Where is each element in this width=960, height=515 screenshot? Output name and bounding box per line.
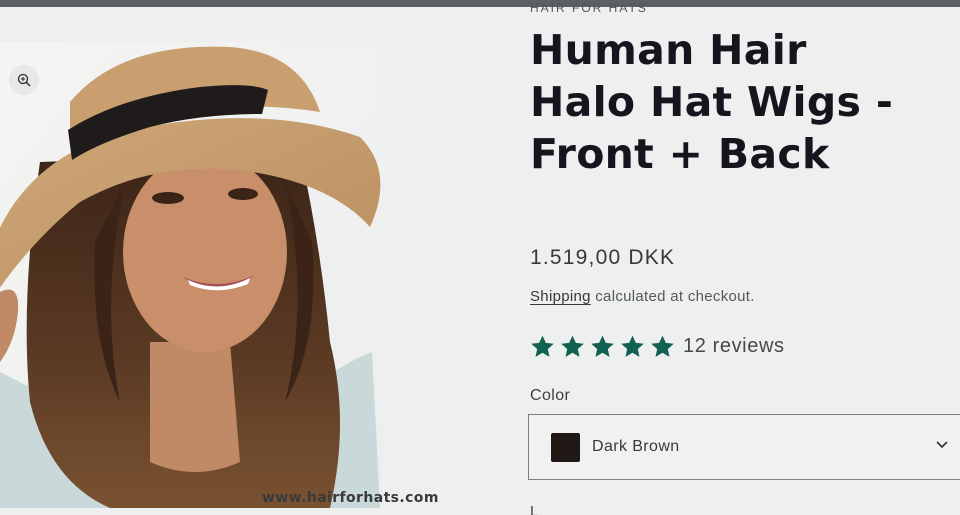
magnifier-plus-icon bbox=[17, 73, 31, 87]
product-gallery[interactable] bbox=[0, 42, 382, 508]
product-vendor: HAIR FOR HATS bbox=[530, 1, 648, 15]
shipping-note: Shipping calculated at checkout. bbox=[530, 288, 755, 305]
next-option-label: L bbox=[530, 503, 539, 515]
title-line: Halo Hat Wigs - bbox=[530, 78, 894, 126]
star-icon bbox=[531, 335, 554, 357]
rating-stars bbox=[530, 334, 675, 359]
color-select[interactable]: Dark Brown bbox=[528, 414, 960, 480]
title-line: Front + Back bbox=[530, 130, 830, 178]
product-price: 1.519,00 DKK bbox=[530, 246, 676, 269]
star-icon bbox=[591, 335, 614, 357]
color-swatch bbox=[551, 432, 580, 462]
title-line: Human Hair bbox=[530, 26, 807, 74]
star-icon bbox=[651, 335, 674, 357]
color-label: Color bbox=[530, 387, 571, 404]
color-select-value: Dark Brown bbox=[592, 438, 680, 455]
product-info: HAIR FOR HATS Human Hair Halo Hat Wigs -… bbox=[528, 0, 960, 515]
zoom-button[interactable] bbox=[9, 65, 39, 95]
shipping-link[interactable]: Shipping bbox=[530, 288, 591, 305]
shipping-text: calculated at checkout. bbox=[590, 288, 755, 305]
reviews-count[interactable]: 12 reviews bbox=[683, 335, 785, 358]
star-icon bbox=[561, 335, 584, 357]
product-rating[interactable]: 12 reviews bbox=[530, 334, 785, 359]
star-icon bbox=[621, 335, 644, 357]
product-image[interactable] bbox=[0, 42, 382, 508]
image-watermark: www.hairforhats.com bbox=[262, 490, 439, 506]
product-title: Human Hair Halo Hat Wigs - Front + Back bbox=[530, 24, 960, 180]
chevron-down-icon bbox=[936, 441, 948, 449]
